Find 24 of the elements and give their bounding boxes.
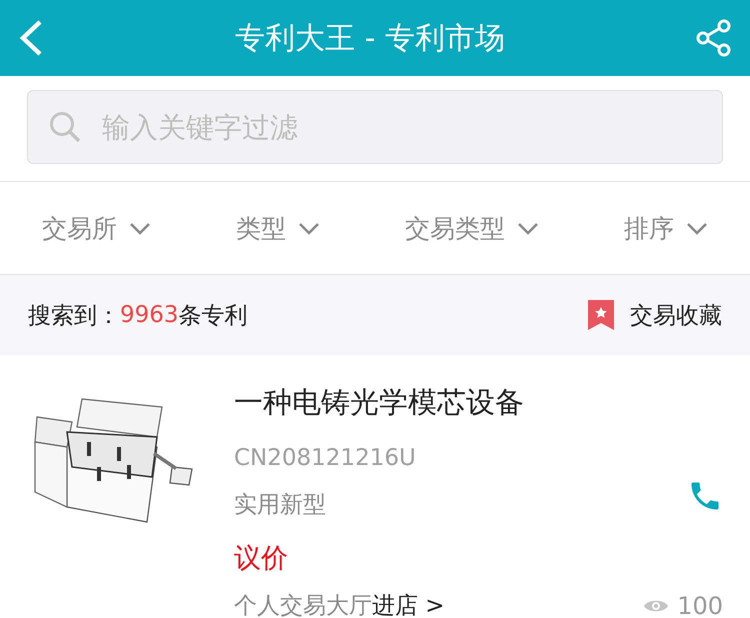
bookmark-star-icon bbox=[588, 300, 614, 330]
result-unit: 条专利 bbox=[178, 302, 248, 330]
result-label: 搜索到： bbox=[28, 302, 120, 330]
filter-dropdown[interactable]: 类型 bbox=[236, 212, 320, 244]
listing-title[interactable]: 一种电铸光学模芯设备 bbox=[234, 383, 723, 423]
seller-name: 个人交易大厅 bbox=[234, 592, 372, 618]
chevron-down-icon bbox=[298, 222, 320, 234]
patent-number: CN208121216U bbox=[234, 445, 417, 471]
share-icon[interactable] bbox=[696, 19, 732, 57]
chevron-down-icon bbox=[517, 222, 539, 234]
back-icon[interactable] bbox=[18, 19, 44, 57]
favorites-button[interactable]: 交易收藏 bbox=[588, 300, 722, 330]
patent-type: 实用新型 bbox=[234, 491, 326, 520]
shop-link[interactable]: 进店 > bbox=[372, 590, 445, 618]
filter-dropdown[interactable]: 排序 bbox=[624, 212, 708, 244]
price-label: 议价 bbox=[234, 542, 289, 576]
chevron-down-icon bbox=[686, 222, 708, 234]
page-title: 专利大王 - 专利市场 bbox=[235, 20, 505, 58]
result-count: 9963 bbox=[120, 302, 179, 328]
chevron-down-icon bbox=[129, 222, 151, 234]
filter-dropdown[interactable]: 交易所 bbox=[42, 212, 151, 244]
search-icon bbox=[49, 111, 81, 143]
filter-dropdown[interactable]: 交易类型 bbox=[405, 212, 539, 244]
view-count: 100 bbox=[677, 592, 723, 618]
